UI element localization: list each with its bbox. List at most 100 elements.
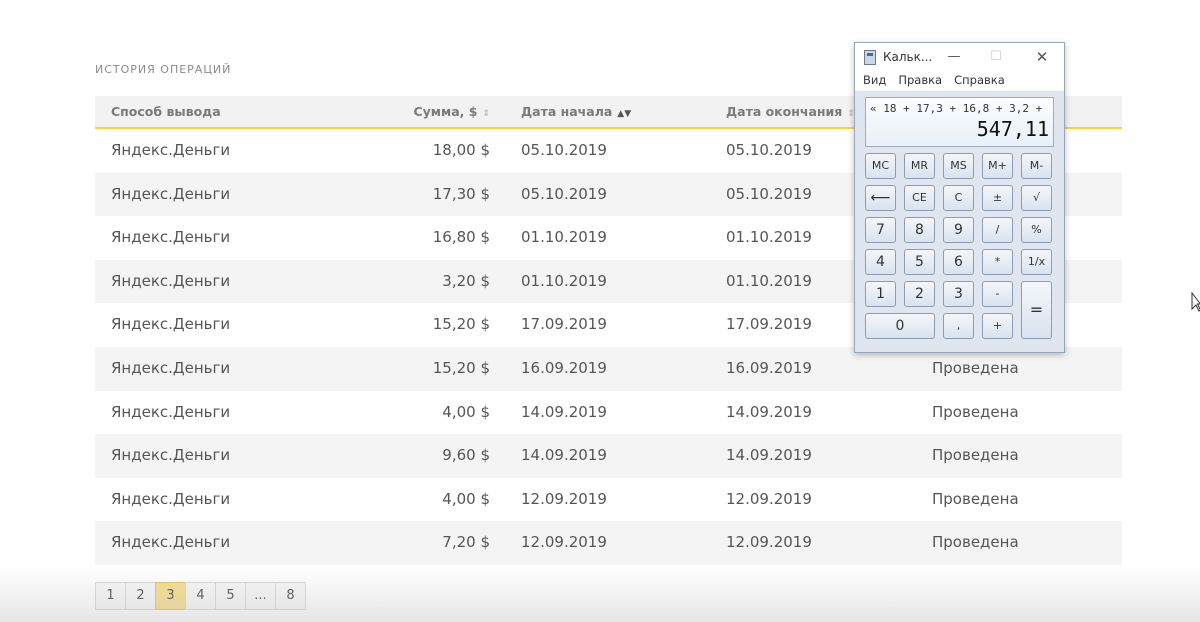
cell-status: Проведена bbox=[932, 533, 1019, 552]
cell-end-date: 14.09.2019 bbox=[726, 402, 812, 421]
key-0[interactable]: 0 bbox=[865, 313, 935, 339]
cell-start-date: 05.10.2019 bbox=[521, 184, 607, 203]
key-2[interactable]: 2 bbox=[904, 281, 935, 307]
cell-sum: 16,80 $ bbox=[432, 228, 490, 247]
minimize-icon[interactable]: — bbox=[941, 46, 967, 68]
cell-start-date: 01.10.2019 bbox=[521, 228, 607, 247]
key-percent[interactable]: % bbox=[1021, 217, 1052, 243]
cell-sum: 17,30 $ bbox=[432, 184, 490, 203]
page-button-4[interactable]: 4 bbox=[185, 582, 216, 610]
cell-sum: 7,20 $ bbox=[442, 533, 490, 552]
cell-sum: 15,20 $ bbox=[432, 358, 490, 377]
cell-sum: 4,00 $ bbox=[442, 489, 490, 508]
cell-start-date: 01.10.2019 bbox=[521, 271, 607, 290]
column-header-end-date[interactable]: Дата окончания ⇕ bbox=[726, 96, 855, 127]
key-sqrt[interactable]: √ bbox=[1021, 185, 1052, 211]
key-m-minus[interactable]: M- bbox=[1021, 153, 1052, 179]
cell-sum: 3,20 $ bbox=[442, 271, 490, 290]
cell-end-date: 12.09.2019 bbox=[726, 489, 812, 508]
cell-start-date: 17.09.2019 bbox=[521, 315, 607, 334]
column-header-start-date[interactable]: Дата начала ▲▼ bbox=[521, 96, 631, 127]
page-button-1[interactable]: 1 bbox=[95, 582, 126, 610]
key-ms[interactable]: MS bbox=[943, 153, 974, 179]
cell-end-date: 01.10.2019 bbox=[726, 228, 812, 247]
close-icon[interactable]: ✕ bbox=[1029, 46, 1055, 68]
cell-start-date: 05.10.2019 bbox=[521, 141, 607, 159]
key-9[interactable]: 9 bbox=[943, 217, 974, 243]
calculator-expression: « 18 + 17,3 + 16,8 + 3,2 + bbox=[870, 102, 1043, 115]
cell-end-date: 12.09.2019 bbox=[726, 533, 812, 552]
cell-method: Яндекс.Деньги bbox=[111, 184, 231, 203]
key-equals[interactable]: = bbox=[1021, 281, 1052, 339]
key-divide[interactable]: / bbox=[982, 217, 1013, 243]
key-backspace-icon[interactable]: ⟵ bbox=[865, 185, 896, 211]
key-m-plus[interactable]: M+ bbox=[982, 153, 1013, 179]
calculator-titlebar[interactable]: Кальк... — ☐ ✕ bbox=[855, 43, 1064, 71]
key-4[interactable]: 4 bbox=[865, 249, 896, 275]
cell-sum: 15,20 $ bbox=[432, 315, 490, 334]
cell-method: Яндекс.Деньги bbox=[111, 141, 231, 159]
calculator-keypad: MC MR MS M+ M- ⟵ CE C ± √ 7 8 9 / % 4 5 … bbox=[865, 153, 1054, 353]
calculator-window[interactable]: Кальк... — ☐ ✕ Вид Правка Справка « 18 +… bbox=[854, 42, 1065, 353]
cell-end-date: 17.09.2019 bbox=[726, 315, 812, 334]
cell-status: Проведена bbox=[932, 489, 1019, 508]
key-ce[interactable]: CE bbox=[904, 185, 935, 211]
cell-method: Яндекс.Деньги bbox=[111, 489, 231, 508]
key-plus-minus[interactable]: ± bbox=[982, 185, 1013, 211]
key-7[interactable]: 7 bbox=[865, 217, 896, 243]
key-5[interactable]: 5 bbox=[904, 249, 935, 275]
cell-end-date: 05.10.2019 bbox=[726, 184, 812, 203]
cell-sum: 9,60 $ bbox=[442, 446, 490, 465]
key-minus[interactable]: - bbox=[982, 281, 1013, 307]
key-mc[interactable]: MC bbox=[865, 153, 896, 179]
cell-end-date: 16.09.2019 bbox=[726, 358, 812, 377]
table-row: Яндекс.Деньги 4,00 $ 14.09.2019 14.09.20… bbox=[95, 391, 1122, 435]
page-button-5[interactable]: 5 bbox=[215, 582, 246, 610]
table-row: Яндекс.Деньги 4,00 $ 12.09.2019 12.09.20… bbox=[95, 478, 1122, 522]
mouse-cursor-icon bbox=[1191, 292, 1200, 312]
key-8[interactable]: 8 bbox=[904, 217, 935, 243]
section-title: ИСТОРИЯ ОПЕРАЦИЙ bbox=[95, 63, 232, 76]
key-3[interactable]: 3 bbox=[943, 281, 974, 307]
page-button-8[interactable]: 8 bbox=[275, 582, 306, 610]
cell-method: Яндекс.Деньги bbox=[111, 446, 231, 465]
table-row: Яндекс.Деньги 7,20 $ 12.09.2019 12.09.20… bbox=[95, 521, 1122, 565]
menu-help[interactable]: Справка bbox=[954, 71, 1005, 91]
cell-start-date: 14.09.2019 bbox=[521, 402, 607, 421]
page-button-3-active[interactable]: 3 bbox=[155, 582, 186, 610]
key-multiply[interactable]: * bbox=[982, 249, 1013, 275]
cell-status: Проведена bbox=[932, 446, 1019, 465]
cell-start-date: 16.09.2019 bbox=[521, 358, 607, 377]
sort-active-icon[interactable]: ▲▼ bbox=[617, 109, 631, 119]
calculator-app-icon bbox=[864, 50, 876, 65]
cell-method: Яндекс.Деньги bbox=[111, 533, 231, 552]
key-reciprocal[interactable]: 1/x bbox=[1021, 249, 1052, 275]
calculator-menu: Вид Правка Справка bbox=[855, 71, 1064, 91]
page-button-ellipsis[interactable]: ... bbox=[245, 582, 276, 610]
cell-method: Яндекс.Деньги bbox=[111, 402, 231, 421]
key-comma[interactable]: , bbox=[943, 313, 974, 339]
maximize-icon[interactable]: ☐ bbox=[983, 46, 1009, 68]
pagination: 1 2 3 4 5 ... 8 bbox=[95, 582, 306, 610]
cell-end-date: 14.09.2019 bbox=[726, 446, 812, 465]
cell-method: Яндекс.Деньги bbox=[111, 228, 231, 247]
calculator-display: « 18 + 17,3 + 16,8 + 3,2 + 547,11 bbox=[865, 97, 1054, 147]
key-1[interactable]: 1 bbox=[865, 281, 896, 307]
column-header-method: Способ вывода bbox=[111, 104, 221, 119]
cell-start-date: 14.09.2019 bbox=[521, 446, 607, 465]
cell-method: Яндекс.Деньги bbox=[111, 358, 231, 377]
cell-start-date: 12.09.2019 bbox=[521, 489, 607, 508]
key-c[interactable]: C bbox=[943, 185, 974, 211]
calculator-body: « 18 + 17,3 + 16,8 + 3,2 + 547,11 MC MR … bbox=[855, 91, 1064, 359]
key-plus[interactable]: + bbox=[982, 313, 1013, 339]
column-header-sum[interactable]: Сумма, $ ⇕ bbox=[413, 96, 490, 127]
menu-edit[interactable]: Правка bbox=[898, 71, 942, 91]
sort-icon[interactable]: ⇕ bbox=[482, 109, 490, 119]
page-button-2[interactable]: 2 bbox=[125, 582, 156, 610]
cell-start-date: 12.09.2019 bbox=[521, 533, 607, 552]
key-6[interactable]: 6 bbox=[943, 249, 974, 275]
table-row: Яндекс.Деньги 9,60 $ 14.09.2019 14.09.20… bbox=[95, 434, 1122, 478]
menu-view[interactable]: Вид bbox=[863, 71, 886, 91]
cell-end-date: 01.10.2019 bbox=[726, 271, 812, 290]
key-mr[interactable]: MR bbox=[904, 153, 935, 179]
